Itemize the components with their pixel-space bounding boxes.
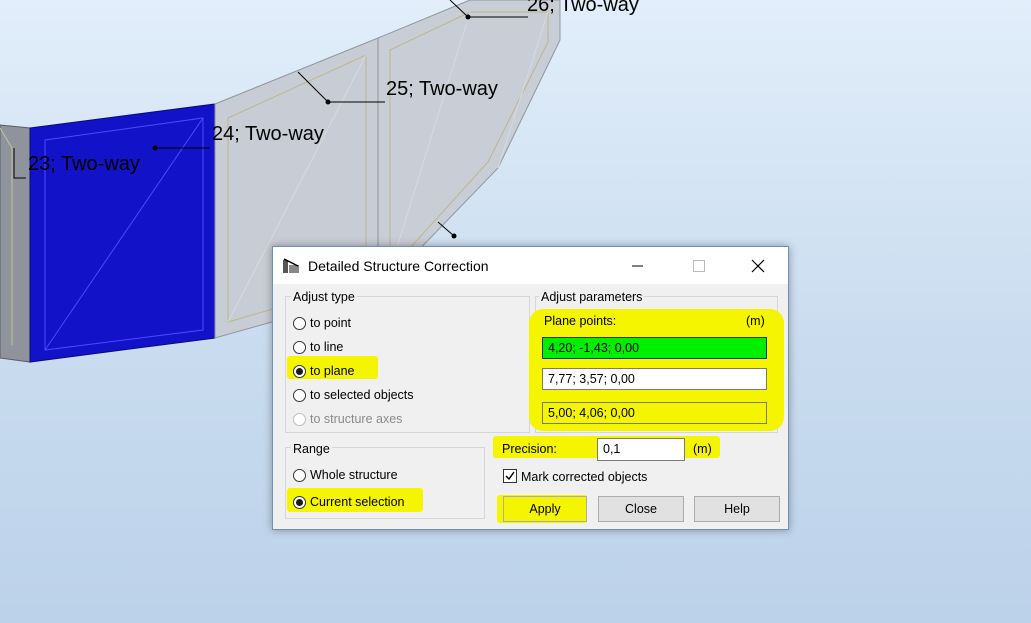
precision-label: Precision: [502,442,557,456]
panel-23-selected [29,103,216,363]
radio-circle [293,468,306,482]
close-button[interactable]: Close [598,496,684,522]
precision-field[interactable]: 0,1 [597,438,685,461]
detailed-structure-correction-dialog: Detailed Structure Correction Adjust typ… [272,246,789,530]
radio-whole-structure[interactable]: Whole structure [293,465,398,485]
radio-current-selection[interactable]: Current selection [293,492,405,512]
radio-label: to selected objects [310,388,414,402]
title-bar[interactable]: Detailed Structure Correction [273,247,788,284]
close-window-button[interactable] [735,247,781,284]
range-label: Range [291,442,332,456]
radio-circle-disabled [293,412,306,426]
adjust-parameters-label: Adjust parameters [539,290,645,304]
mark-corrected-checkbox[interactable] [503,469,517,483]
precision-unit: (m) [693,442,712,456]
radio-to-point[interactable]: to point [293,313,351,333]
close-icon [751,259,765,272]
panel-label-26: 26; Two-way [527,0,639,16]
adjust-type-label: Adjust type [291,290,357,304]
radio-to-line[interactable]: to line [293,337,343,357]
radio-label: to plane [310,364,355,378]
radio-circle [293,316,306,330]
help-button[interactable]: Help [694,496,780,522]
maximize-icon [693,259,705,272]
plane-point-2-field[interactable]: 7,77; 3,57; 0,00 [542,368,767,390]
minimize-icon [632,265,643,266]
mark-corrected-label: Mark corrected objects [521,470,648,484]
checkmark-icon [505,471,515,481]
radio-label: to point [310,316,352,330]
plane-point-3-field[interactable]: 5,00; 4,06; 0,00 [542,402,767,424]
panel-label-23: 23; Two-way [28,153,140,175]
radio-to-selected-objects[interactable]: to selected objects [293,385,414,405]
radio-label: Current selection [310,495,405,509]
radio-label: to structure axes [310,412,403,426]
plane-point-1-field[interactable]: 4,20; -1,43; 0,00 [542,337,767,359]
panel-label-24: 24; Two-way [212,123,324,145]
radio-circle [293,388,306,402]
radio-to-plane[interactable]: to plane [293,361,354,381]
apply-button[interactable]: Apply [503,496,587,522]
panel-22 [0,124,31,363]
radio-circle-selected [293,364,306,378]
maximize-button[interactable] [676,247,722,284]
radio-circle [293,340,306,354]
dialog-title: Detailed Structure Correction [308,258,489,274]
plane-points-unit: (m) [746,314,765,328]
radio-label: to line [310,340,344,354]
panel-label-25: 25; Two-way [386,78,498,100]
minimize-button[interactable] [615,247,661,284]
app-icon [283,258,299,273]
radio-label: Whole structure [310,468,398,482]
radio-circle-selected [293,495,306,509]
plane-points-label: Plane points: [544,314,617,328]
radio-to-structure-axes: to structure axes [293,409,402,429]
